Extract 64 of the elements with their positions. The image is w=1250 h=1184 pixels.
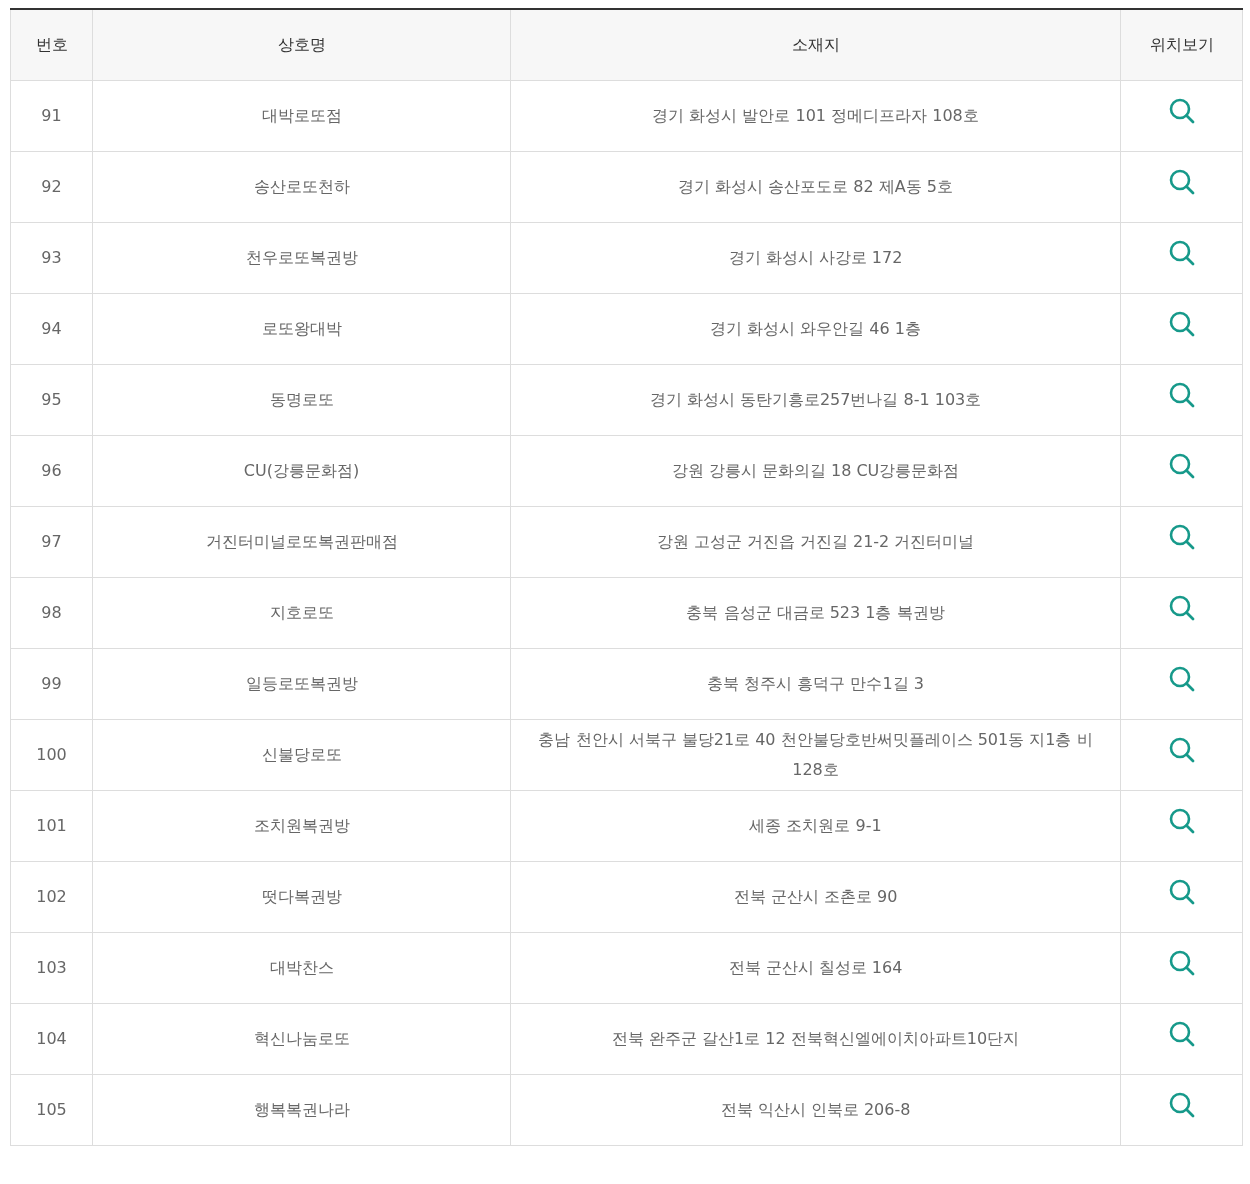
row-number: 101 [36, 816, 67, 835]
search-icon[interactable] [1167, 523, 1196, 551]
row-number: 103 [36, 958, 67, 977]
search-icon[interactable] [1167, 736, 1196, 764]
store-name: 혁신나눔로또 [253, 1029, 350, 1048]
store-name: 로또왕대박 [261, 319, 342, 338]
row-number: 96 [41, 461, 62, 480]
row-number: 92 [41, 177, 62, 196]
store-address: 세종 조치원로 9-1 [749, 816, 882, 835]
search-icon[interactable] [1167, 665, 1196, 693]
store-name: 행복복권나라 [253, 1100, 350, 1119]
store-address: 충남 천안시 서북구 불당21로 40 천안불당호반써밋플레이스 501동 지1층 비128호 [538, 730, 1093, 779]
search-icon[interactable] [1167, 239, 1196, 267]
store-name: 떳다복권방 [261, 887, 342, 906]
column-header: 상호명 [92, 9, 511, 81]
search-icon[interactable] [1167, 168, 1196, 196]
column-header: 소재지 [510, 9, 1121, 81]
store-address: 충북 청주시 흥덕구 만수1길 3 [707, 674, 924, 693]
store-name: 대박로또점 [261, 106, 342, 125]
search-icon[interactable] [1167, 1020, 1196, 1048]
search-icon[interactable] [1167, 97, 1196, 125]
store-address: 전북 군산시 칠성로 164 [728, 958, 903, 977]
store-address: 경기 화성시 사강로 172 [728, 248, 903, 267]
search-icon[interactable] [1167, 452, 1196, 480]
store-name: 지호로또 [269, 603, 334, 622]
search-icon[interactable] [1167, 594, 1196, 622]
row-number: 98 [41, 603, 62, 622]
store-name: CU(강릉문화점) [243, 461, 360, 480]
store-address: 전북 완주군 갈산1로 12 전북혁신엘에이치아파트10단지 [611, 1029, 1020, 1048]
store-address: 경기 화성시 와우안길 46 1층 [710, 319, 921, 338]
row-number: 104 [36, 1029, 67, 1048]
store-name: 조치원복권방 [253, 816, 350, 835]
row-number: 95 [41, 390, 62, 409]
store-name: 신불당로또 [261, 745, 342, 764]
store-address: 전북 군산시 조촌로 90 [733, 887, 898, 906]
row-number: 93 [41, 248, 62, 267]
row-number: 102 [36, 887, 67, 906]
store-address: 경기 화성시 발안로 101 정메디프라자 108호 [652, 106, 979, 125]
store-name: 대박찬스 [269, 958, 334, 977]
store-address: 강원 고성군 거진읍 거진길 21-2 거진터미널 [656, 532, 975, 551]
store-name: 일등로또복권방 [245, 674, 358, 693]
row-number: 91 [41, 106, 62, 125]
store-name: 동명로또 [269, 390, 334, 409]
row-number: 105 [36, 1100, 67, 1119]
row-number: 99 [41, 674, 62, 693]
store-address: 전북 익산시 인북로 206-8 [720, 1100, 911, 1119]
search-icon[interactable] [1167, 807, 1196, 835]
search-icon[interactable] [1167, 310, 1196, 338]
store-name: 천우로또복권방 [245, 248, 358, 267]
column-header: 위치보기 [1120, 9, 1243, 81]
store-name: 거진터미널로또복권판매점 [205, 532, 398, 551]
row-number: 97 [41, 532, 62, 551]
store-address: 강원 강릉시 문화의길 18 CU강릉문화점 [671, 461, 960, 480]
search-icon[interactable] [1167, 878, 1196, 906]
search-icon[interactable] [1167, 381, 1196, 409]
store-address: 경기 화성시 송산포도로 82 제A동 5호 [678, 177, 953, 196]
column-header: 번호 [10, 9, 93, 81]
store-address: 충북 음성군 대금로 523 1층 복권방 [686, 603, 945, 622]
search-icon[interactable] [1167, 949, 1196, 977]
search-icon[interactable] [1167, 1091, 1196, 1119]
store-address: 경기 화성시 동탄기흥로257번나길 8-1 103호 [649, 390, 982, 409]
row-number: 94 [41, 319, 62, 338]
store-name: 송산로또천하 [253, 177, 350, 196]
row-number: 100 [36, 745, 67, 764]
